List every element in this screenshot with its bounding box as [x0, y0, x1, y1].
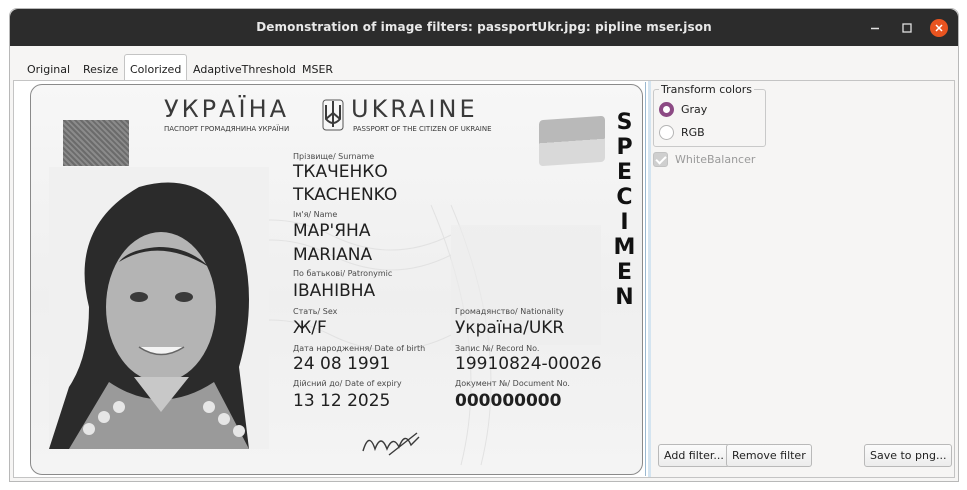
- passport-image: УКРАЇНА UKRAINE ПАСПОРТ ГРОМАДЯНИНА УКРА…: [30, 84, 643, 475]
- sex-label: Стать/ Sex: [293, 307, 338, 316]
- sex-value: Ж/F: [293, 318, 327, 338]
- tab-mser[interactable]: MSER: [302, 63, 333, 76]
- name-label: Ім'я/ Name: [293, 210, 338, 219]
- surname-label: Прізвище/ Surname: [293, 152, 375, 161]
- portrait-photo: [49, 167, 269, 449]
- expiry-label: Дійсний до/ Date of expiry: [293, 379, 402, 388]
- radio-selected-icon[interactable]: [659, 102, 674, 117]
- tab-resize[interactable]: Resize: [83, 63, 118, 76]
- name-en: MARIANA: [293, 245, 373, 265]
- subtitle-en: PASSPORT OF THE CITIZEN OF UKRAINE: [353, 125, 492, 133]
- expiry-value: 13 12 2025: [293, 391, 391, 411]
- nationality-label: Громадянство/ Nationality: [455, 307, 564, 316]
- radio-gray-label: Gray: [681, 103, 708, 116]
- radio-rgb[interactable]: RGB: [659, 125, 705, 140]
- record-label: Запис №/ Record No.: [455, 344, 540, 353]
- minimize-icon: [871, 27, 879, 30]
- close-icon: [935, 24, 943, 32]
- subtitle-ua: ПАСПОРТ ГРОМАДЯНИНА УКРАЇНИ: [164, 125, 290, 133]
- name-ua: МАР'ЯНА: [293, 221, 371, 241]
- minimize-button[interactable]: [866, 19, 884, 37]
- document-number-value: 000000000: [455, 391, 562, 411]
- close-button[interactable]: [930, 19, 948, 37]
- patronymic-label: По батькові/ Patronymic: [293, 269, 393, 278]
- header-ukraine-en: UKRAINE: [351, 95, 478, 123]
- surname-ua: ТКАЧЕНКО: [293, 162, 388, 182]
- checkbox-checked-icon[interactable]: [653, 152, 668, 167]
- hologram-patch: [63, 120, 129, 166]
- trident-icon: [322, 99, 344, 131]
- maximize-button[interactable]: [898, 19, 916, 37]
- add-filter-button[interactable]: Add filter...: [658, 444, 730, 467]
- flag-image: [539, 115, 605, 167]
- tab-adaptive-threshold[interactable]: AdaptiveThreshold: [193, 63, 296, 76]
- tab-original[interactable]: Original: [27, 63, 70, 76]
- window-title: Demonstration of image filters: passport…: [256, 20, 712, 34]
- specimen-watermark: SPECIMEN: [612, 110, 637, 310]
- tab-bar: Original Resize Colorized AdaptiveThresh…: [10, 46, 958, 80]
- nationality-value: Україна/UKR: [455, 318, 565, 338]
- header-ukraine-ua: УКРАЇНА: [164, 95, 290, 123]
- dob-value: 24 08 1991: [293, 354, 391, 374]
- signature-image: [362, 432, 420, 456]
- radio-rgb-label: RGB: [681, 126, 705, 139]
- record-value: 19910824-00026: [455, 354, 602, 374]
- patronymic-value: ІВАНІВНА: [293, 281, 376, 301]
- title-bar[interactable]: Demonstration of image filters: passport…: [10, 9, 958, 46]
- save-to-png-button[interactable]: Save to png...: [864, 444, 953, 467]
- surname-en: TKACHENKO: [293, 185, 398, 205]
- app-window: Demonstration of image filters: passport…: [9, 8, 959, 482]
- remove-filter-button[interactable]: Remove filter: [726, 444, 812, 467]
- dob-label: Дата народження/ Date of birth: [293, 344, 426, 353]
- transform-colors-title: Transform colors: [659, 83, 755, 96]
- transform-colors-group: Transform colors Gray RGB: [653, 83, 766, 147]
- image-preview-pane: УКРАЇНА UKRAINE ПАСПОРТ ГРОМАДЯНИНА УКРА…: [15, 82, 646, 476]
- white-balancer-label: WhiteBalancer: [675, 153, 756, 166]
- maximize-icon: [902, 23, 912, 33]
- tab-colorized[interactable]: Colorized: [124, 54, 188, 80]
- radio-unselected-icon[interactable]: [659, 125, 674, 140]
- filter-settings-pane: Transform colors Gray RGB WhiteBalancer …: [651, 81, 954, 477]
- tab-content: УКРАЇНА UKRAINE ПАСПОРТ ГРОМАДЯНИНА УКРА…: [13, 80, 955, 478]
- document-number-label: Документ №/ Document No.: [455, 379, 570, 388]
- white-balancer-checkbox[interactable]: WhiteBalancer: [653, 152, 755, 167]
- radio-gray[interactable]: Gray: [659, 102, 707, 117]
